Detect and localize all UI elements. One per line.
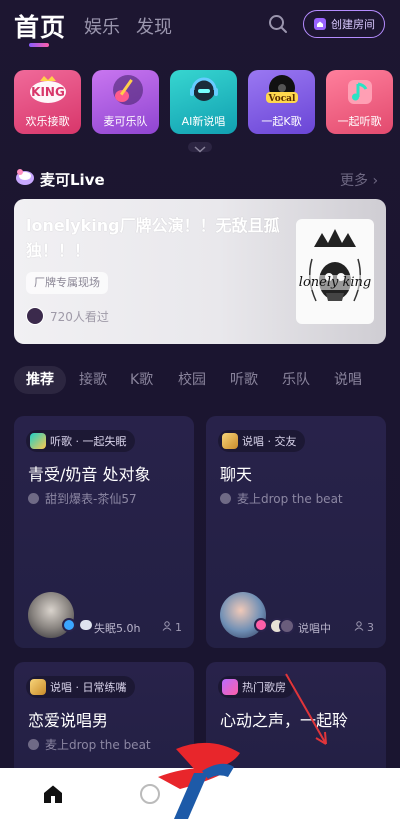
rap-tag-icon	[222, 433, 238, 449]
svg-text:KING: KING	[31, 85, 65, 99]
avatar	[26, 307, 44, 325]
filter-tab-band[interactable]: 乐队	[282, 366, 310, 394]
filter-tab-song-relay[interactable]: 接歌	[79, 366, 107, 394]
room-status: 说唱中	[298, 622, 331, 635]
tab-discover[interactable]: 发现	[136, 13, 172, 39]
room-footer: 失眠5.0h 1	[28, 592, 190, 638]
gender-badge-icon	[62, 618, 76, 632]
watermark-logo	[150, 737, 246, 819]
live-card[interactable]: lonelyking厂牌公演！！无敌且孤独！！！ 厂牌专属现场 720人看过 l…	[14, 199, 386, 344]
live-logo-icon	[14, 167, 36, 191]
filter-tab-rap[interactable]: 说唱	[334, 366, 362, 394]
room-badge-label: 说唱 · 交友	[242, 435, 297, 448]
headphone-tag-icon	[30, 433, 46, 449]
room-badge: 说唱 · 交友	[218, 430, 305, 452]
category-tile-ai-rap[interactable]: AI新说唱	[170, 70, 237, 134]
music-dot-icon	[220, 493, 231, 504]
person-icon	[354, 621, 364, 634]
live-cover-image: lonely king	[296, 219, 374, 324]
home-icon[interactable]	[42, 784, 64, 804]
room-footer: 说唱中 3	[220, 592, 382, 638]
live-viewers-count: 720人看过	[50, 309, 109, 324]
guitar-icon	[92, 70, 159, 110]
create-room-button[interactable]: 创建房间	[303, 10, 385, 38]
person-icon	[162, 621, 172, 634]
room-title: 恋爱说唱男	[28, 711, 109, 730]
tab-entertainment[interactable]: 娱乐	[84, 13, 120, 39]
music-dot-icon	[28, 739, 39, 750]
live-viewers: 720人看过	[26, 306, 109, 326]
music-dot-icon	[28, 493, 39, 504]
gender-badge-icon	[254, 618, 268, 632]
room-badge: 听歌 · 一起失眠	[26, 430, 135, 452]
room-subtitle: 甜到爆表-茶仙57	[28, 490, 137, 507]
cloud-icon	[80, 620, 92, 630]
room-badge: 说唱 · 日常练嘴	[26, 676, 135, 698]
category-tile-ktv[interactable]: Vocal 一起K歌	[248, 70, 315, 134]
search-icon[interactable]	[266, 12, 290, 36]
category-label: 麦可乐队	[103, 115, 148, 128]
vocal-record-icon: Vocal	[248, 70, 315, 110]
category-tile-listen[interactable]: 一起听歌	[326, 70, 393, 134]
category-tiles: KING 欢乐接歌 麦可乐队 AI新说唱 Vocal 一起K歌 一起听歌	[14, 70, 393, 134]
room-badge-label: 说唱 · 日常练嘴	[50, 681, 127, 694]
filter-tab-ktv[interactable]: K歌	[130, 366, 153, 394]
member-count: 1	[162, 621, 182, 634]
member-count-value: 3	[367, 621, 374, 634]
robot-headphones-icon	[170, 70, 237, 110]
live-section-title: 麦可Live	[40, 170, 105, 189]
room-status: 失眠5.0h	[94, 622, 141, 635]
category-label: 一起K歌	[261, 115, 302, 128]
room-subtitle-text: 麦上drop the beat	[237, 492, 343, 506]
live-section-header: 麦可Live	[14, 168, 105, 190]
room-subtitle: 麦上drop the beat	[28, 736, 151, 753]
category-label: 欢乐接歌	[25, 115, 70, 128]
music-note-icon	[326, 70, 393, 110]
filter-tab-listen[interactable]: 听歌	[230, 366, 258, 394]
live-tag: 厂牌专属现场	[26, 272, 108, 294]
category-tile-joy-song[interactable]: KING 欢乐接歌	[14, 70, 81, 134]
top-nav: 首页 娱乐 发现 创建房间	[0, 0, 400, 56]
room-title: 青受/奶音 处对象	[28, 465, 151, 484]
live-more-link[interactable]: 更多 ›	[340, 170, 378, 190]
create-room-label: 创建房间	[331, 18, 375, 31]
house-icon	[313, 17, 327, 31]
room-subtitle-text: 甜到爆表-茶仙57	[45, 492, 137, 506]
category-label: AI新说唱	[181, 115, 226, 128]
filter-tab-recommend[interactable]: 推荐	[14, 366, 66, 394]
room-card[interactable]: 听歌 · 一起失眠 青受/奶音 处对象 甜到爆表-茶仙57 失眠5.0h 1	[14, 416, 194, 648]
room-badge-label: 热门歌房	[242, 681, 286, 694]
live-cover-text: lonely king	[296, 275, 374, 290]
member-count-value: 1	[175, 621, 182, 634]
category-tile-band[interactable]: 麦可乐队	[92, 70, 159, 134]
avatar	[279, 618, 295, 634]
rap-tag-icon	[30, 679, 46, 695]
member-count: 3	[354, 621, 374, 634]
room-title: 聊天	[220, 465, 253, 484]
room-subtitle: 麦上drop the beat	[220, 490, 343, 507]
filter-tabs: 推荐 接歌 K歌 校园 听歌 乐队 说唱	[14, 366, 386, 394]
expand-categories-button[interactable]	[188, 142, 212, 153]
tab-home[interactable]: 首页	[14, 8, 66, 44]
room-badge: 热门歌房	[218, 676, 294, 698]
tab-active-indicator	[29, 43, 49, 47]
svg-text:Vocal: Vocal	[267, 94, 295, 104]
chevron-down-icon	[194, 138, 206, 157]
live-title: lonelyking厂牌公演！！无敌且孤独！！！	[26, 216, 280, 260]
room-badge-label: 听歌 · 一起失眠	[50, 435, 127, 448]
category-label: 一起听歌	[337, 115, 382, 128]
headphone-tag-icon	[222, 679, 238, 695]
room-subtitle-text: 麦上drop the beat	[45, 738, 151, 752]
king-mic-icon: KING	[14, 70, 81, 110]
annotation-arrow-icon	[285, 673, 327, 745]
filter-tab-campus[interactable]: 校园	[178, 366, 206, 394]
room-card[interactable]: 说唱 · 交友 聊天 麦上drop the beat 说唱中 3	[206, 416, 386, 648]
